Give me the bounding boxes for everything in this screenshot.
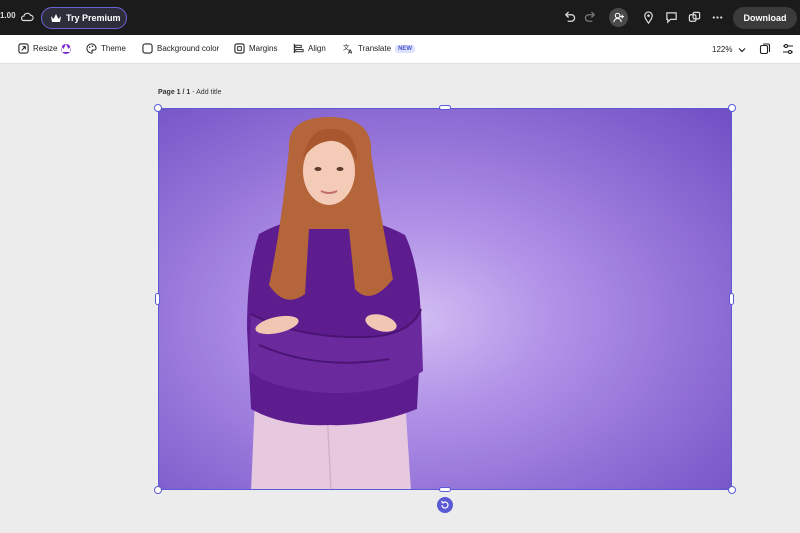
crown-icon [51,13,61,22]
try-premium-button[interactable]: Try Premium [41,7,127,29]
svg-text:A: A [348,50,353,54]
resize-handle-right[interactable] [729,293,734,305]
align-tool[interactable]: Align [293,43,326,54]
theme-label: Theme [101,44,126,53]
add-user-button[interactable] [609,8,628,27]
theme-tool[interactable]: Theme [86,43,126,54]
margins-icon [234,43,245,54]
editor-toolbar: Resize Theme Background color Margins Al… [0,35,800,64]
chevron-down-icon[interactable] [738,46,746,54]
try-premium-label: Try Premium [66,13,121,23]
canvas-page[interactable] [158,108,732,490]
resize-handle-top-right[interactable] [728,104,736,112]
cloud-icon[interactable] [20,10,34,24]
resize-handle-bottom-left[interactable] [154,486,162,494]
redo-icon[interactable] [584,11,597,24]
share-icon[interactable] [688,11,701,24]
add-title-link[interactable]: Add title [196,89,221,96]
background-color-tool[interactable]: Background color [142,43,219,54]
top-bar: 1.00 Try Premium Download [0,0,800,35]
page-title-label[interactable]: Page 1 / 1 - Add title [158,89,221,96]
resize-icon [18,43,29,54]
resize-handle-bottom[interactable] [439,487,451,492]
woman-portrait-photo[interactable] [159,109,732,490]
comment-icon[interactable] [665,11,678,24]
translate-icon: 文 A [343,43,353,54]
pages-icon[interactable] [759,43,771,55]
rotate-icon [440,500,449,509]
translate-tool[interactable]: 文 A Translate NEW [343,43,416,54]
more-options-icon[interactable] [711,11,724,24]
rotate-button[interactable] [437,497,453,513]
page-indicator: Page 1 / 1 [158,89,191,96]
resize-handle-left[interactable] [155,293,160,305]
palette-icon [86,43,97,54]
undo-icon[interactable] [563,11,576,24]
translate-label: Translate [358,44,392,53]
resize-label: Resize [33,44,58,53]
resize-handle-top[interactable] [439,105,451,110]
settings-sliders-icon[interactable] [782,43,794,55]
credit-value: 1.00 [0,11,16,20]
resize-handle-bottom-right[interactable] [728,486,736,494]
resize-tool[interactable]: Resize [18,43,72,54]
align-left-icon [293,43,304,54]
background-square-icon [142,43,153,54]
margins-label: Margins [249,44,278,53]
new-badge: NEW [395,44,416,53]
add-user-icon [613,12,624,23]
premium-crown-icon [61,43,72,54]
resize-handle-top-left[interactable] [154,104,162,112]
background-color-label: Background color [157,44,220,53]
zoom-level[interactable]: 122% [712,45,732,54]
download-button[interactable]: Download [733,7,797,29]
margins-tool[interactable]: Margins [234,43,277,54]
location-pin-icon[interactable] [642,11,655,24]
align-label: Align [308,44,326,53]
